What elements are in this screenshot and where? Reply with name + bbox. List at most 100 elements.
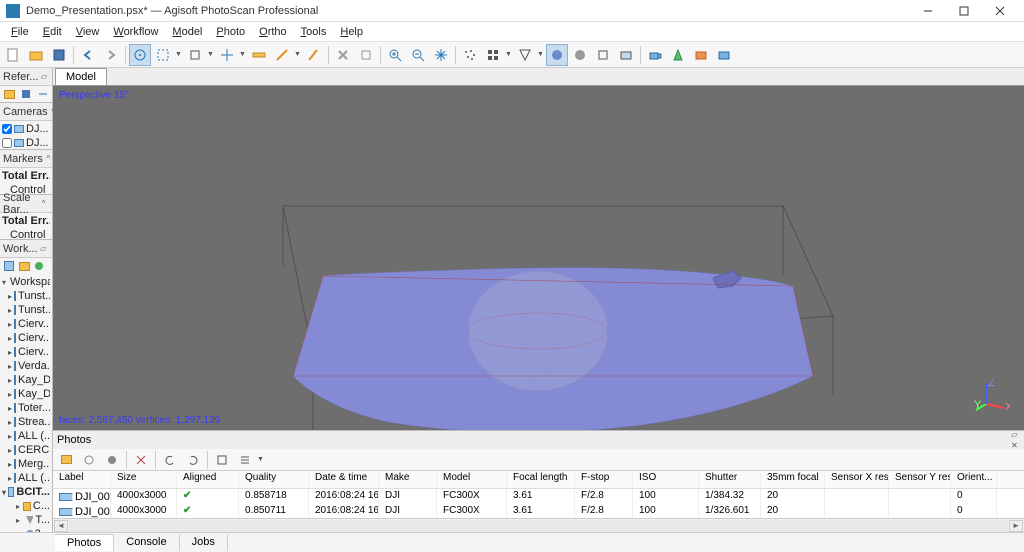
table-row[interactable]: DJI_00244000x3000✔0.8587182016:08:24 16:… xyxy=(53,489,1024,504)
dropdown-icon[interactable]: ▼ xyxy=(207,51,215,58)
tree-item[interactable]: ▸Toter... xyxy=(2,401,50,415)
tree-item[interactable]: ▸Tunst... xyxy=(2,303,50,317)
col-model[interactable]: Model xyxy=(437,471,507,488)
show-markers-icon[interactable] xyxy=(667,44,689,66)
crop-icon[interactable] xyxy=(355,44,377,66)
details-view-icon[interactable] xyxy=(234,449,256,471)
redo-icon[interactable] xyxy=(100,44,122,66)
menu-view[interactable]: View xyxy=(69,24,107,40)
remove-photo-icon[interactable] xyxy=(130,449,152,471)
open-icon[interactable] xyxy=(25,44,47,66)
menu-ortho[interactable]: Ortho xyxy=(252,24,294,40)
show-region-icon[interactable] xyxy=(690,44,712,66)
camera-item[interactable]: DJ... xyxy=(2,136,50,149)
tab-jobs[interactable]: Jobs xyxy=(180,534,228,551)
rotate-left-icon[interactable] xyxy=(159,449,181,471)
col-size[interactable]: Size xyxy=(111,471,177,488)
tree-item[interactable]: ▸Merg... xyxy=(2,457,50,471)
undo-icon[interactable] xyxy=(77,44,99,66)
col-sx[interactable]: Sensor X res xyxy=(825,471,889,488)
expand-icon[interactable]: ^ xyxy=(38,198,49,209)
3d-viewport[interactable]: Perspective 15° faces: 2,587,450 vertice… xyxy=(53,86,1024,430)
workspace-active-chunk[interactable]: ▾BCIT... xyxy=(2,485,50,499)
marker-icon[interactable] xyxy=(271,44,293,66)
col-sy[interactable]: Sensor Y res xyxy=(889,471,951,488)
menu-edit[interactable]: Edit xyxy=(36,24,69,40)
close-button[interactable] xyxy=(982,1,1018,21)
enable-icon[interactable] xyxy=(32,259,46,273)
enable-photo-icon[interactable] xyxy=(78,449,100,471)
col-shutter[interactable]: Shutter xyxy=(699,471,761,488)
float-icon[interactable]: ▱ xyxy=(1009,429,1020,440)
add-chunk-icon[interactable] xyxy=(2,259,16,273)
move-region-icon[interactable] xyxy=(184,44,206,66)
wireframe-icon[interactable] xyxy=(592,44,614,66)
zoom-in-icon[interactable] xyxy=(384,44,406,66)
tree-item[interactable]: ▸T... xyxy=(2,513,50,527)
show-cameras-icon[interactable] xyxy=(644,44,666,66)
import-icon[interactable] xyxy=(2,87,17,101)
col-quality[interactable]: Quality xyxy=(239,471,309,488)
move-icon[interactable] xyxy=(216,44,238,66)
menu-photo[interactable]: Photo xyxy=(209,24,252,40)
tree-item[interactable]: ▸Verda... xyxy=(2,359,50,373)
mesh-icon[interactable] xyxy=(514,44,536,66)
col-label[interactable]: Label xyxy=(53,471,111,488)
delete-icon[interactable] xyxy=(332,44,354,66)
solid-icon[interactable] xyxy=(569,44,591,66)
tree-item[interactable]: ▸CERC... xyxy=(2,443,50,457)
tree-item[interactable]: ▸Cierv... xyxy=(2,331,50,345)
float-icon[interactable]: ▱ xyxy=(38,243,49,254)
reset-view-icon[interactable] xyxy=(430,44,452,66)
dropdown-icon[interactable]: ▼ xyxy=(505,51,513,58)
menu-tools[interactable]: Tools xyxy=(294,24,334,40)
dropdown-icon[interactable]: ▼ xyxy=(257,456,265,463)
menu-help[interactable]: Help xyxy=(333,24,370,40)
float-icon[interactable]: ▱ xyxy=(38,71,49,82)
shaded-icon[interactable] xyxy=(546,44,568,66)
photos-scrollbar[interactable]: ◄ ► xyxy=(53,518,1024,532)
menu-workflow[interactable]: Workflow xyxy=(106,24,165,40)
show-trackball-icon[interactable] xyxy=(713,44,735,66)
col-datetime[interactable]: Date & time xyxy=(309,471,379,488)
dropdown-icon[interactable]: ▼ xyxy=(537,51,545,58)
workspace-root[interactable]: ▾Workspa... xyxy=(2,275,50,289)
convert-icon[interactable] xyxy=(35,87,50,101)
col-orient[interactable]: Orient... xyxy=(951,471,997,488)
tab-model[interactable]: Model xyxy=(55,68,107,85)
dropdown-icon[interactable]: ▼ xyxy=(294,51,302,58)
reset-mask-icon[interactable] xyxy=(211,449,233,471)
zoom-out-icon[interactable] xyxy=(407,44,429,66)
scroll-left-icon[interactable]: ◄ xyxy=(54,520,68,532)
ruler-icon[interactable] xyxy=(248,44,270,66)
add-photos-icon[interactable] xyxy=(17,259,31,273)
col-35mm[interactable]: 35mm focal xyxy=(761,471,825,488)
dropdown-icon[interactable]: ▼ xyxy=(239,51,247,58)
table-row[interactable]: DJI_00254000x3000✔0.8507112016:08:24 16:… xyxy=(53,504,1024,518)
pointcloud-icon[interactable] xyxy=(459,44,481,66)
tree-item[interactable]: ▸Cierv... xyxy=(2,345,50,359)
tree-item[interactable]: ▸C... xyxy=(2,499,50,513)
tree-item[interactable]: ▸Kay_D... xyxy=(2,373,50,387)
tree-item[interactable]: ▸Cierv... xyxy=(2,317,50,331)
camera-checkbox[interactable] xyxy=(2,138,12,148)
col-make[interactable]: Make xyxy=(379,471,437,488)
tree-item[interactable]: ▸ALL (... xyxy=(2,471,50,485)
tab-console[interactable]: Console xyxy=(114,534,179,551)
col-aligned[interactable]: Aligned xyxy=(177,471,239,488)
tree-item[interactable]: ▸Tunst... xyxy=(2,289,50,303)
dropdown-icon[interactable]: ▼ xyxy=(175,51,183,58)
save-icon[interactable] xyxy=(48,44,70,66)
col-iso[interactable]: ISO xyxy=(633,471,699,488)
camera-item[interactable]: DJ... xyxy=(2,122,50,136)
open-photo-icon[interactable] xyxy=(55,449,77,471)
col-focal[interactable]: Focal length xyxy=(507,471,575,488)
export-icon[interactable] xyxy=(19,87,34,101)
rect-select-icon[interactable] xyxy=(152,44,174,66)
minimize-button[interactable] xyxy=(910,1,946,21)
new-icon[interactable] xyxy=(2,44,24,66)
rotate-right-icon[interactable] xyxy=(182,449,204,471)
tab-photos[interactable]: Photos xyxy=(55,534,114,551)
scroll-right-icon[interactable]: ► xyxy=(1009,520,1023,532)
menu-model[interactable]: Model xyxy=(165,24,209,40)
